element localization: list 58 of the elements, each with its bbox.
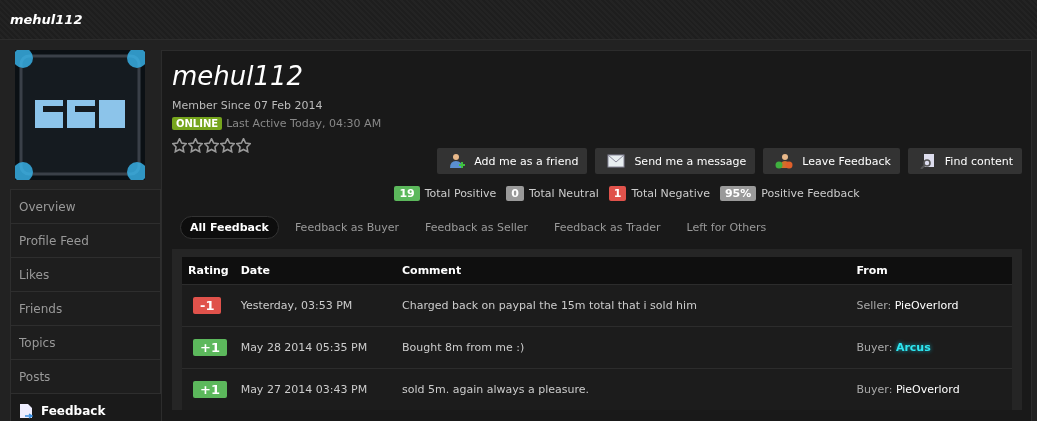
action-button[interactable]: Send me a message: [595, 148, 756, 174]
role-label: Buyer:: [856, 383, 893, 396]
rating-badge: +1: [193, 381, 227, 398]
comment-text: sold 5m. again always a pleasure.: [402, 383, 590, 396]
users-icon: [775, 153, 794, 169]
feedback-tab[interactable]: Left for Others: [676, 216, 777, 239]
sidebar-item[interactable]: Overview: [10, 189, 161, 224]
count-badge: 0: [506, 186, 524, 201]
sidebar-item[interactable]: Profile Feed: [10, 224, 161, 258]
total-label: Total Neutral: [528, 187, 599, 200]
comment-text: Charged back on paypal the 15m total that i sold him: [402, 299, 697, 312]
status-badge: ONLINE: [172, 117, 223, 130]
feedback-tab[interactable]: Feedback as Seller: [415, 216, 539, 239]
sidebar-item[interactable]: Feedback: [10, 394, 161, 421]
total-label: Total Positive: [424, 187, 497, 200]
column-header: Date: [234, 257, 397, 285]
search-icon: [919, 153, 936, 169]
column-header: Rating: [182, 257, 235, 285]
sidebar-item[interactable]: Friends: [10, 292, 161, 326]
star-icon: [220, 138, 235, 153]
date-text: Yesterday, 03:53 PM: [240, 299, 353, 312]
date-text: May 28 2014 05:35 PM: [240, 341, 368, 354]
role-label: Buyer:: [856, 341, 893, 354]
user-link[interactable]: Arcus: [895, 341, 931, 354]
role-label: Seller:: [856, 299, 892, 312]
feedback-tab[interactable]: Feedback as Trader: [544, 216, 671, 239]
star-icon: [188, 138, 203, 153]
action-button[interactable]: Add me as a friend: [437, 148, 588, 174]
sidebar-item[interactable]: Posts: [10, 360, 161, 394]
column-header: From: [850, 257, 1012, 285]
star-icon: [204, 138, 219, 153]
envelope-icon: [607, 154, 626, 168]
feedback-tab[interactable]: Feedback as Buyer: [284, 216, 410, 239]
user-link[interactable]: PieOverlord: [895, 383, 960, 396]
date-text: May 27 2014 03:43 PM: [240, 383, 368, 396]
page-title: mehul112: [10, 12, 83, 27]
total-label: Positive Feedback: [761, 187, 860, 200]
action-button[interactable]: Find content: [907, 148, 1022, 174]
sidebar-item[interactable]: Topics: [10, 326, 161, 360]
document-icon: [19, 402, 33, 419]
count-badge: 1: [608, 186, 627, 201]
star-icon: [172, 138, 187, 153]
comment-text: Bought 8m from me :): [402, 341, 525, 354]
action-button[interactable]: Leave Feedback: [763, 148, 900, 174]
column-header: Comment: [396, 257, 851, 285]
user-add-icon: [449, 153, 466, 169]
sidebar-item[interactable]: Likes: [10, 258, 161, 292]
feedback-tab[interactable]: All Feedback: [180, 216, 279, 239]
total-label: Total Negative: [631, 187, 710, 200]
rating-badge: -1: [193, 297, 222, 314]
star-icon: [236, 138, 251, 153]
profile-name: mehul112: [172, 61, 305, 91]
count-badge: 19: [394, 186, 420, 201]
user-link[interactable]: PieOverlord: [894, 299, 959, 312]
last-active: Last Active Today, 04:30 AM: [226, 117, 382, 130]
member-since: Member Since 07 Feb 2014: [172, 99, 324, 112]
count-badge: 95%: [719, 186, 757, 201]
rating-badge: +1: [193, 339, 227, 356]
